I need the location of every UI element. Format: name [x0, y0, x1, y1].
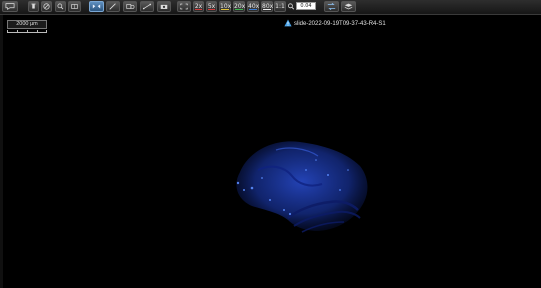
- warning-icon: [284, 19, 292, 27]
- scale-bar: [7, 30, 47, 33]
- toolbar: 2x 5x 10x 20x 40x 80x 1:1 0.04: [0, 0, 541, 15]
- viewer-edge: [0, 14, 3, 288]
- actual-size-button[interactable]: 1:1: [274, 1, 286, 12]
- scale-tick: [37, 30, 38, 32]
- comment-button[interactable]: [2, 1, 18, 12]
- zoom-40x-label: 40x: [248, 3, 260, 10]
- scale-bar-label: 2000 µm: [7, 20, 47, 29]
- slide-name: slide-2022-09-19T09-37-43-R4-S1: [284, 19, 386, 29]
- home-icon: [31, 3, 36, 9]
- scale-tick: [17, 30, 18, 32]
- zoom-10x-button[interactable]: 10x: [219, 1, 231, 12]
- fullscreen-icon: [180, 3, 188, 10]
- search-icon: [57, 3, 64, 10]
- actual-size-label: 1:1: [275, 3, 285, 10]
- pointer-button[interactable]: [28, 1, 39, 12]
- navigator-icon: [43, 3, 50, 10]
- shapes-button[interactable]: [123, 1, 137, 12]
- measure-icon: [142, 3, 152, 10]
- pen-button[interactable]: [106, 1, 120, 12]
- zoom-2x-button[interactable]: 2x: [193, 1, 204, 12]
- zoom-40x-button[interactable]: 40x: [247, 1, 259, 12]
- comment-icon: [5, 3, 15, 11]
- fit-icon: [92, 4, 101, 9]
- zoom-80x-button[interactable]: 80x: [261, 1, 273, 12]
- layers-button[interactable]: [341, 1, 356, 12]
- fullscreen-button[interactable]: [177, 1, 191, 12]
- list-button[interactable]: [68, 1, 81, 12]
- camera-icon: [160, 4, 168, 9]
- tissue-body: [236, 141, 368, 231]
- zoom-80x-label: 80x: [262, 3, 274, 10]
- zoom-5x-button[interactable]: 5x: [206, 1, 217, 12]
- zoom-20x-button[interactable]: 20x: [233, 1, 245, 12]
- scale-tick: [27, 30, 28, 32]
- sync-icon: [327, 2, 336, 11]
- zoom-20x-label: 20x: [234, 3, 246, 10]
- zoom-magnifier-icon: [287, 2, 295, 11]
- layers-icon: [344, 3, 353, 10]
- zoom-10x-label: 10x: [220, 3, 232, 10]
- navigator-button[interactable]: [41, 1, 52, 12]
- slide-name-text: slide-2022-09-19T09-37-43-R4-S1: [294, 21, 386, 27]
- list-icon: [71, 4, 78, 9]
- tissue-image: [236, 141, 368, 233]
- measure-button[interactable]: [140, 1, 154, 12]
- search-button[interactable]: [55, 1, 66, 12]
- zoom-5x-label: 5x: [207, 3, 216, 10]
- zoom-input[interactable]: 0.04: [296, 2, 316, 10]
- sync-button[interactable]: [324, 1, 339, 12]
- fit-button[interactable]: [89, 1, 104, 12]
- pen-icon: [109, 3, 116, 10]
- snapshot-button[interactable]: [157, 1, 171, 12]
- shapes-icon: [126, 4, 135, 9]
- slide-viewer[interactable]: 2x 5x 10x 20x 40x 80x 1:1 0.04 2000 µm s…: [0, 0, 541, 288]
- zoom-2x-label: 2x: [194, 3, 203, 10]
